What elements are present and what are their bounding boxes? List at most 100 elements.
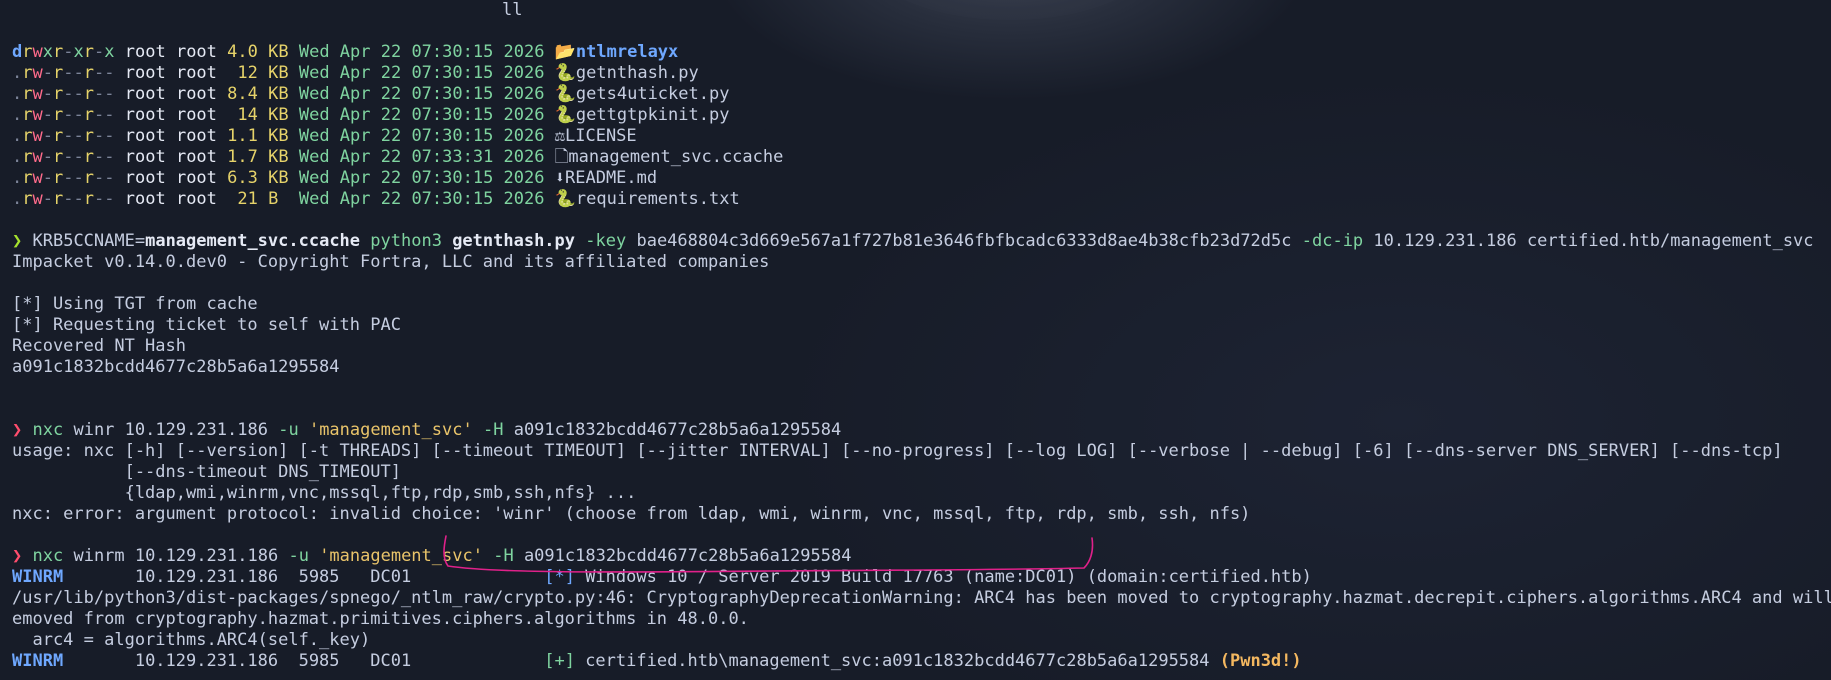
permission-bit: .: [12, 105, 23, 125]
permissions: .rw-r--r--: [12, 84, 115, 104]
permission-bit: r: [53, 63, 64, 83]
modified-date: Wed Apr 22 07:30:15 2026: [298, 189, 545, 209]
permission-bit: -: [94, 105, 105, 125]
prompt-error-symbol: ❯: [12, 420, 23, 440]
permission-bit: r: [22, 126, 33, 146]
group: root: [175, 105, 217, 125]
permission-bit: .: [12, 189, 23, 209]
permissions: .rw-r--r--: [12, 168, 115, 188]
file-size: 21: [227, 189, 258, 209]
permission-bit: -: [104, 105, 115, 125]
permission-bit: -: [63, 63, 74, 83]
winrm-credential: certified.htb\management_svc:a091c1832bc…: [574, 651, 1220, 671]
output-line: nxc: error: argument protocol: invalid c…: [12, 504, 1251, 524]
size-unit: B: [268, 189, 289, 209]
permission-bit: -: [42, 189, 53, 209]
python-icon: 🐍: [554, 189, 576, 209]
permission-bit: x: [104, 42, 115, 62]
permission-bit: -: [63, 42, 74, 62]
permission-bit: -: [42, 168, 53, 188]
output-line: [*] Using TGT from cache: [12, 294, 258, 314]
permission-bit: r: [22, 105, 33, 125]
permission-bit: r: [53, 42, 64, 62]
permission-bit: r: [83, 105, 94, 125]
terminal-output[interactable]: ll ❯ drwxr-xr-x root root 4.0 KB Wed Apr…: [12, 0, 1831, 672]
permission-bit: -: [94, 84, 105, 104]
ip-target: 10.129.231.186 certified.htb/management_…: [1373, 231, 1814, 251]
owner: root: [124, 147, 166, 167]
output-line: [--dns-timeout DNS_TIMEOUT]: [12, 462, 401, 482]
permission-bit: w: [32, 42, 43, 62]
permission-bit: x: [42, 42, 53, 62]
file-size: 1.1: [227, 126, 258, 146]
file-name: gets4uticket.py: [575, 84, 730, 104]
size-unit: KB: [268, 105, 289, 125]
cmd-user: 'management_svc': [308, 420, 473, 440]
permissions: .rw-r--r--: [12, 189, 115, 209]
flag-h: -H: [493, 546, 514, 566]
listing-row: .rw-r--r-- root root 14 KB Wed Apr 22 07…: [12, 105, 1831, 126]
file-name: LICENSE: [565, 126, 637, 146]
env-var: KRB5CCNAME=: [32, 231, 146, 251]
permission-bit: -: [73, 147, 84, 167]
file-size: 8.4: [227, 84, 258, 104]
permission-bit: -: [63, 105, 74, 125]
permission-bit: w: [32, 147, 43, 167]
file-name: README.md: [565, 168, 658, 188]
flag-key: -key: [585, 231, 627, 251]
cmd-program: nxc: [32, 420, 64, 440]
prompt-symbol: ❯: [12, 231, 23, 251]
owner: root: [124, 42, 166, 62]
command-nxc-winr: ❯ nxc winr 10.129.231.186 -u 'management…: [12, 420, 1831, 441]
modified-date: Wed Apr 22 07:33:31 2026: [298, 147, 545, 167]
permission-bit: -: [104, 147, 115, 167]
winrm-host-info: 10.129.231.186 5985 DC01: [63, 567, 545, 587]
permission-bit: r: [83, 168, 94, 188]
listing-row: .rw-r--r-- root root 1.7 KB Wed Apr 22 0…: [12, 147, 1831, 168]
env-value: management_svc.ccache: [145, 231, 361, 251]
permission-bit: -: [42, 126, 53, 146]
permission-bit: -: [104, 63, 115, 83]
permission-bit: w: [32, 189, 43, 209]
cmd-protocol: winrm: [73, 546, 125, 566]
group: root: [175, 189, 217, 209]
owner: root: [124, 105, 166, 125]
modified-date: Wed Apr 22 07:30:15 2026: [298, 126, 545, 146]
file-name: gettgtpkinit.py: [575, 105, 730, 125]
permission-bit: r: [83, 42, 94, 62]
permission-bit: -: [94, 63, 105, 83]
cmd-hash: a091c1832bcdd4677c28b5a6a1295584: [513, 420, 842, 440]
output-line: a091c1832bcdd4677c28b5a6a1295584: [12, 357, 340, 377]
file-size: 4.0: [227, 42, 258, 62]
listing-row: drwxr-xr-x root root 4.0 KB Wed Apr 22 0…: [12, 42, 1831, 63]
license-icon: ⚖: [554, 126, 565, 146]
cmd-ip: 10.129.231.186: [134, 546, 279, 566]
file-size: 6.3: [227, 168, 258, 188]
permission-bit: -: [94, 42, 105, 62]
size-unit: KB: [268, 126, 289, 146]
permission-bit: r: [53, 168, 64, 188]
size-unit: KB: [268, 84, 289, 104]
permission-bit: w: [32, 105, 43, 125]
permission-bit: -: [94, 189, 105, 209]
warning-line-cont: emoved from cryptography.hazmat.primitiv…: [12, 609, 749, 629]
permission-bit: w: [32, 63, 43, 83]
permission-bit: -: [104, 126, 115, 146]
winrm-host-info: 10.129.231.186 5985 DC01: [63, 651, 545, 671]
python-icon: 🐍: [554, 84, 576, 104]
listing-row: .rw-r--r-- root root 6.3 KB Wed Apr 22 0…: [12, 168, 1831, 189]
permission-bit: r: [22, 63, 33, 83]
group: root: [175, 126, 217, 146]
permission-bit: -: [73, 189, 84, 209]
permission-bit: -: [42, 84, 53, 104]
nxc-usage-output: usage: nxc [-h] [--version] [-t THREADS]…: [12, 441, 1831, 525]
modified-date: Wed Apr 22 07:30:15 2026: [298, 105, 545, 125]
window-title: ll: [502, 0, 523, 20]
permission-bit: r: [53, 189, 64, 209]
permission-bit: d: [12, 42, 23, 62]
pwned-badge: (Pwn3d!): [1219, 651, 1302, 671]
output-line: usage: nxc [-h] [--version] [-t THREADS]…: [12, 441, 1783, 461]
owner: root: [124, 168, 166, 188]
